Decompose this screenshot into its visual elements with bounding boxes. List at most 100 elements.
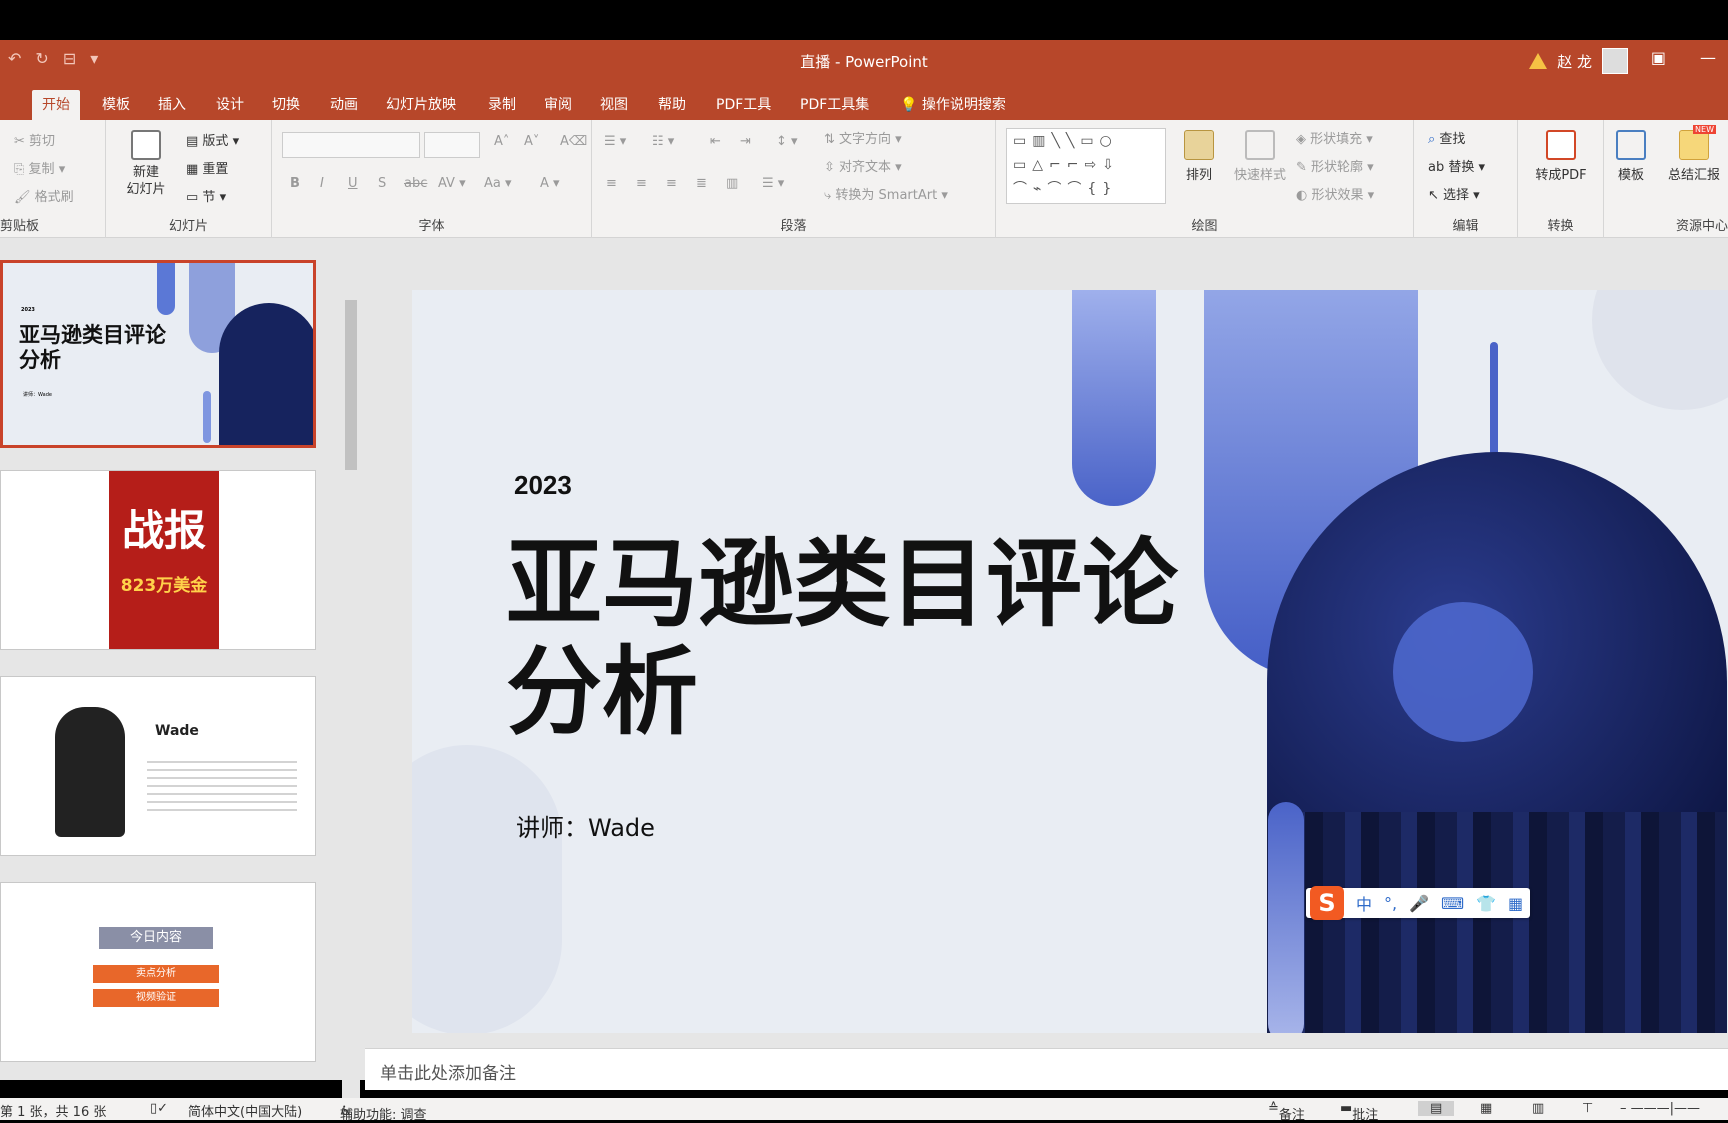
font-color-icon[interactable]: A ▾ bbox=[540, 176, 560, 191]
tell-me-search[interactable]: 💡 操作说明搜索 bbox=[890, 90, 1016, 120]
ime-toolbar[interactable]: S 中 °, 🎤 ⌨ 👕 ▦ bbox=[1306, 886, 1530, 920]
thumbnails-scrollbar[interactable] bbox=[342, 280, 360, 1098]
summary-report-button[interactable]: NEW 总结汇报 bbox=[1660, 125, 1728, 183]
scrollbar-thumb[interactable] bbox=[345, 300, 357, 470]
status-bar: 第 1 张，共 16 张 ▯✓ 简体中文(中国大陆) ♿ 辅助功能: 调查 ≙ … bbox=[0, 1098, 1728, 1123]
tab-13[interactable]: PDF工具集 bbox=[790, 90, 879, 120]
bullets-icon[interactable]: ☰ ▾ bbox=[604, 134, 626, 149]
tab-4[interactable]: 设计 bbox=[206, 90, 254, 120]
convert-pdf-button[interactable]: 转成PDF bbox=[1526, 130, 1596, 183]
warning-icon[interactable] bbox=[1529, 53, 1548, 69]
paragraph-align-icon[interactable]: ☰ ▾ bbox=[762, 176, 784, 191]
font-name-select[interactable] bbox=[282, 132, 420, 158]
align-text-button[interactable]: ⇳ 对齐文本 ▾ bbox=[824, 156, 902, 175]
reset-button[interactable]: ▦ 重置 bbox=[186, 158, 228, 177]
tab-9[interactable]: 审阅 bbox=[534, 90, 582, 120]
text-direction-button[interactable]: ⇅ 文字方向 ▾ bbox=[824, 128, 902, 147]
shape-fill-button[interactable]: ◈ 形状填充 ▾ bbox=[1296, 128, 1373, 147]
slide-year[interactable]: 2023 bbox=[514, 470, 572, 501]
ribbon-display-icon[interactable]: ▣ bbox=[1651, 48, 1666, 67]
comments-toggle[interactable]: ▬ 批注 bbox=[1340, 1101, 1378, 1123]
font-shrink-icon[interactable]: A˅ bbox=[524, 134, 539, 149]
arrange-button[interactable]: 排列 bbox=[1174, 130, 1224, 183]
shapes-gallery[interactable]: ▭▥╲╲▭○ ▭△⌐⌐⇨⇩ ⌒⌁⌒⌒{} bbox=[1006, 128, 1166, 204]
numbering-icon[interactable]: ☷ ▾ bbox=[652, 134, 674, 149]
line-spacing-icon[interactable]: ↕ ▾ bbox=[776, 134, 798, 149]
align-center-icon[interactable]: ≡ bbox=[636, 176, 647, 191]
bold-icon[interactable]: B bbox=[290, 176, 300, 191]
language-indicator[interactable]: 简体中文(中国大陆) bbox=[188, 1101, 302, 1120]
slide-thumbnail-1[interactable]: 2023 亚马逊类目评论 分析 讲师：Wade bbox=[0, 260, 316, 448]
clear-format-icon[interactable]: A⌫ bbox=[560, 134, 587, 149]
slide-title[interactable]: 亚马逊类目评论 分析 bbox=[506, 530, 1178, 746]
italic-icon[interactable]: I bbox=[320, 176, 324, 191]
slide-thumbnail-2[interactable]: 战报 823万美金 bbox=[0, 470, 316, 650]
tab-12[interactable]: PDF工具 bbox=[706, 90, 781, 120]
section-button[interactable]: ▭ 节 ▾ bbox=[186, 186, 226, 205]
ime-mode[interactable]: 中 bbox=[1356, 891, 1372, 915]
convert-label: 转换 bbox=[1547, 219, 1574, 234]
account-area[interactable]: 赵 龙 bbox=[1529, 48, 1628, 74]
tab-8[interactable]: 录制 bbox=[478, 90, 526, 120]
punctuation-icon[interactable]: °, bbox=[1384, 894, 1397, 913]
quick-styles-button[interactable]: 快速样式 bbox=[1228, 130, 1292, 183]
font-grow-icon[interactable]: A˄ bbox=[494, 134, 509, 149]
slide-thumbnail-3[interactable]: Wade bbox=[0, 676, 316, 856]
change-case-icon[interactable]: Aa ▾ bbox=[484, 176, 512, 191]
quick-styles-icon bbox=[1245, 130, 1275, 160]
search-icon: ⌕ bbox=[1428, 132, 1436, 147]
select-button[interactable]: ↖ 选择 ▾ bbox=[1428, 184, 1480, 203]
paragraph-label: 段落 bbox=[780, 219, 807, 234]
microphone-icon[interactable]: 🎤 bbox=[1409, 894, 1429, 913]
tab-6[interactable]: 动画 bbox=[320, 90, 368, 120]
keyboard-icon[interactable]: ⌨ bbox=[1441, 894, 1464, 913]
notes-pane[interactable]: 单击此处添加备注 bbox=[365, 1048, 1728, 1090]
avatar[interactable] bbox=[1602, 48, 1628, 74]
tab-11[interactable]: 帮助 bbox=[648, 90, 696, 120]
slide-sorter-icon[interactable]: ▦ bbox=[1480, 1101, 1492, 1116]
tab-1[interactable]: 开始 bbox=[32, 90, 80, 120]
smartart-button[interactable]: ⤷ 转换为 SmartArt ▾ bbox=[824, 184, 948, 203]
normal-view-icon[interactable]: ▤ bbox=[1418, 1101, 1455, 1116]
cut-button[interactable]: ✂ 剪切 bbox=[14, 130, 55, 149]
copy-button[interactable]: ⎘ 复制 ▾ bbox=[14, 158, 65, 177]
underline-icon[interactable]: U bbox=[348, 176, 358, 191]
shadow-icon[interactable]: S bbox=[378, 176, 386, 191]
spellcheck-icon[interactable]: ▯✓ bbox=[150, 1101, 168, 1116]
char-spacing-icon[interactable]: AV ▾ bbox=[438, 176, 466, 191]
tab-7[interactable]: 幻灯片放映 bbox=[376, 90, 466, 120]
align-left-icon[interactable]: ≡ bbox=[606, 176, 617, 191]
slide-speaker[interactable]: 讲师：Wade bbox=[516, 808, 655, 843]
layout-button[interactable]: ▤ 版式 ▾ bbox=[186, 130, 239, 149]
format-painter-button[interactable]: 🖌 格式刷 bbox=[14, 186, 74, 205]
font-group: A˄ A˅ A⌫ B I U S abc AV ▾ Aa ▾ A ▾ 字体 bbox=[272, 120, 592, 238]
justify-icon[interactable]: ≣ bbox=[696, 176, 707, 191]
tab-3[interactable]: 插入 bbox=[148, 90, 196, 120]
tab-10[interactable]: 视图 bbox=[590, 90, 638, 120]
align-right-icon[interactable]: ≡ bbox=[666, 176, 677, 191]
slide-thumbnail-4[interactable]: 今日内容 卖点分析 视频验证 bbox=[0, 882, 316, 1062]
skin-icon[interactable]: 👕 bbox=[1476, 894, 1496, 913]
lightbulb-icon: 💡 bbox=[900, 97, 918, 113]
reading-view-icon[interactable]: ▥ bbox=[1532, 1101, 1544, 1116]
replace-button[interactable]: ab 替换 ▾ bbox=[1428, 156, 1485, 175]
minimize-icon[interactable]: — bbox=[1700, 48, 1716, 67]
increase-indent-icon[interactable]: ⇥ bbox=[740, 134, 751, 149]
clipboard-group: ✂ 剪切 ⎘ 复制 ▾ 🖌 格式刷 剪贴板 bbox=[0, 120, 106, 238]
shape-outline-button[interactable]: ✎ 形状轮廓 ▾ bbox=[1296, 156, 1374, 175]
strikethrough-icon[interactable]: abc bbox=[404, 176, 427, 191]
tab-5[interactable]: 切换 bbox=[262, 90, 310, 120]
new-slide-button[interactable]: 新建 幻灯片 bbox=[116, 130, 176, 198]
toolbox-icon[interactable]: ▦ bbox=[1508, 894, 1523, 913]
find-button[interactable]: ⌕ 查找 bbox=[1428, 128, 1465, 147]
slide-canvas[interactable]: 2023 亚马逊类目评论 分析 讲师：Wade bbox=[412, 290, 1728, 1033]
columns-icon[interactable]: ▥ bbox=[726, 176, 738, 191]
shape-effects-button[interactable]: ◐ 形状效果 ▾ bbox=[1296, 184, 1374, 203]
slideshow-icon[interactable]: ⊤ bbox=[1582, 1101, 1593, 1116]
notes-toggle[interactable]: ≙ 备注 bbox=[1268, 1101, 1305, 1123]
font-size-select[interactable] bbox=[424, 132, 480, 158]
template-button[interactable]: 模板 bbox=[1606, 130, 1656, 183]
zoom-slider[interactable]: – ———|—— bbox=[1620, 1101, 1700, 1116]
decrease-indent-icon[interactable]: ⇤ bbox=[710, 134, 721, 149]
tab-2[interactable]: 模板 bbox=[92, 90, 140, 120]
